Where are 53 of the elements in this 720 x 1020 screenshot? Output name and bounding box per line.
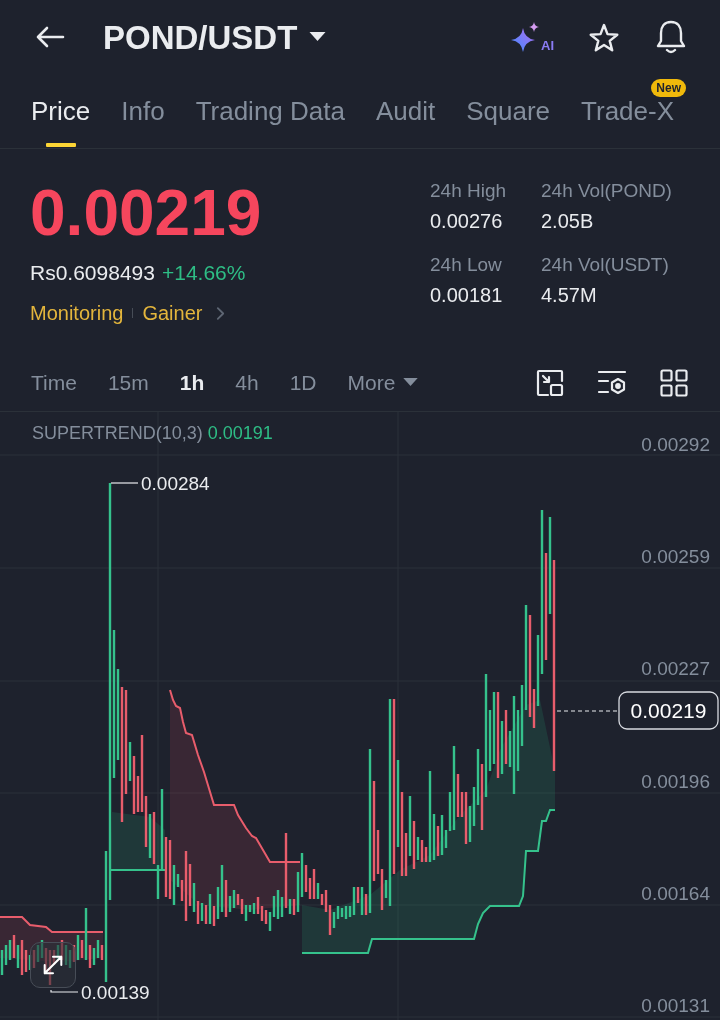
back-arrow-icon[interactable] — [35, 25, 65, 49]
interval-tab[interactable]: 4h — [235, 370, 259, 395]
price-axis-label: 0.00164 — [641, 883, 710, 904]
price-axis-label: 0.00227 — [641, 658, 710, 679]
stat-value: 2.05B — [541, 209, 595, 233]
tag-link[interactable]: Gainer — [142, 301, 203, 325]
tag-link[interactable]: Monitoring — [30, 301, 124, 325]
stat-value: 0.00276 — [430, 209, 504, 233]
indicator-label: SUPERTREND(10,3) — [32, 423, 203, 443]
caret-icon — [309, 32, 327, 42]
price-axis-label: 0.00292 — [641, 434, 710, 455]
more-menu[interactable]: More — [347, 370, 419, 395]
indicator-value: 0.00191 — [207, 423, 273, 443]
star-icon[interactable] — [588, 21, 620, 53]
price-axis-label: 0.00259 — [641, 546, 710, 567]
tab[interactable]: Audit — [375, 74, 436, 148]
tab[interactable]: Trading Data — [195, 74, 345, 148]
low-price-label: 0.00139 — [81, 982, 150, 1003]
price-axis-label: 0.00196 — [641, 771, 710, 792]
stat-label: 24h Vol(POND) — [541, 179, 672, 203]
converted-price: Rs0.6098493 — [30, 261, 155, 285]
expand-icon — [41, 953, 65, 977]
tab[interactable]: Price — [31, 74, 91, 148]
stat-value: 0.00181 — [430, 283, 504, 307]
interval-tab[interactable]: 1h — [179, 370, 205, 395]
price-axis-label: 0.00131 — [641, 995, 710, 1016]
interval-tab[interactable]: Time — [31, 370, 77, 395]
tab[interactable]: Square — [466, 74, 551, 148]
ai-assistant-button[interactable]: AI — [510, 21, 554, 53]
tab[interactable]: Info — [121, 74, 165, 148]
leader-line — [50, 989, 79, 993]
new-badge: New — [651, 79, 687, 97]
last-price-line — [556, 710, 619, 712]
price-change: +14.66% — [161, 261, 246, 285]
grid-icon[interactable] — [660, 368, 688, 397]
stat-label: 24h Low — [430, 253, 503, 277]
last-price: 0.00219 — [30, 177, 263, 249]
chevron-right-icon[interactable] — [216, 305, 226, 321]
last-price-tag: 0.00219 — [618, 691, 719, 730]
stat-value: 4.57M — [541, 283, 598, 307]
arrow-box-icon[interactable] — [536, 368, 564, 397]
bell-icon[interactable] — [654, 19, 688, 55]
interval-tab[interactable]: 1D — [289, 370, 317, 395]
lines-hexagon-icon[interactable] — [597, 368, 627, 397]
fullscreen-button[interactable] — [30, 942, 76, 988]
stat-label: 24h High — [430, 179, 508, 203]
pair-selector[interactable]: POND/USDT — [103, 20, 327, 54]
interval-tab[interactable]: 15m — [107, 370, 149, 395]
stat-label: 24h Vol(USDT) — [541, 253, 670, 277]
leader-line — [110, 482, 139, 484]
sparkle-icon — [510, 21, 540, 53]
high-price-label: 0.00284 — [141, 473, 210, 494]
caret-icon — [403, 378, 419, 387]
